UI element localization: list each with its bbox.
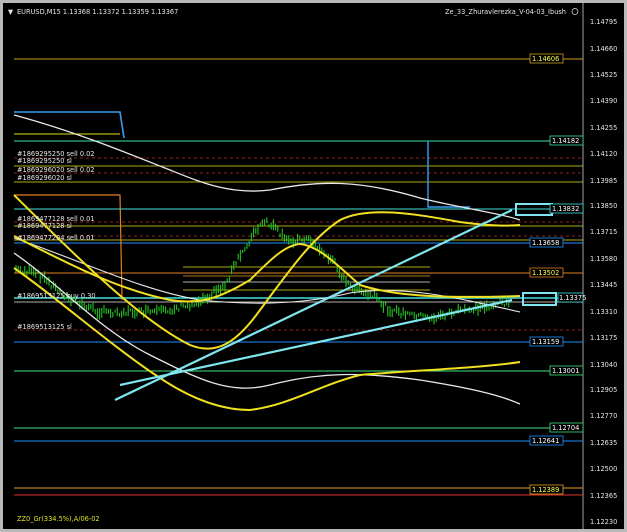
level-badge-label: 1.12389 bbox=[532, 486, 559, 494]
price-tick: 1.12230 bbox=[590, 518, 617, 526]
price-tick: 1.14660 bbox=[590, 45, 617, 53]
level-badge-label: 1.13832 bbox=[552, 205, 579, 213]
price-tick: 1.13310 bbox=[590, 308, 617, 316]
symbol-quote-line: EURUSD,M15 1.13368 1.13372 1.13359 1.133… bbox=[17, 8, 178, 16]
indicator-name-label: Ze_33_Zhuravlerezka_V-04-03_Ibush bbox=[445, 8, 566, 16]
level-badge-label: 1.13658 bbox=[532, 239, 559, 247]
target-box-upper[interactable] bbox=[515, 203, 553, 216]
order-label: #1869295250 sl bbox=[17, 157, 72, 165]
zigzag-boxes bbox=[14, 111, 470, 301]
ma-yellow-slow bbox=[13, 267, 521, 412]
price-tick: 1.13715 bbox=[590, 228, 617, 236]
price-tick: 1.13040 bbox=[590, 361, 617, 369]
order-label: #1869477204 sell 0.01 bbox=[17, 234, 95, 242]
price-tick: 1.14255 bbox=[590, 124, 617, 132]
price-tick: 1.13850 bbox=[590, 202, 617, 210]
level-badge-label: 1.13159 bbox=[532, 338, 559, 346]
level-badge-label: 1.12641 bbox=[532, 437, 559, 445]
price-tick: 1.12365 bbox=[590, 492, 617, 500]
price-tick: 1.13445 bbox=[590, 281, 617, 289]
moving-averages bbox=[13, 114, 521, 412]
level-badge-label: 1.14606 bbox=[532, 55, 559, 63]
trend-line-lower[interactable] bbox=[119, 298, 513, 387]
order-label: #1869296020 sell 0.02 bbox=[17, 166, 95, 174]
price-tick: 1.13580 bbox=[590, 255, 617, 263]
level-badge-label: 1.13502 bbox=[532, 269, 559, 277]
price-tick: 1.13985 bbox=[590, 177, 617, 185]
price-tick: 1.14795 bbox=[590, 18, 617, 26]
level-badge-label: 1.13375 bbox=[559, 294, 586, 302]
price-tick: 1.12500 bbox=[590, 465, 617, 473]
level-badge-label: 1.13001 bbox=[552, 367, 579, 375]
indicator-status-icon[interactable] bbox=[571, 8, 579, 15]
level-badge-label: 1.12704 bbox=[552, 424, 579, 432]
price-axis: 1.14795 1.14660 1.14525 1.14390 1.14255 … bbox=[590, 18, 617, 526]
level-badge-label: 1.14182 bbox=[552, 137, 579, 145]
chart-dropdown-icon[interactable]: ▼ bbox=[8, 8, 14, 16]
price-tick: 1.13175 bbox=[590, 334, 617, 342]
price-tick: 1.14525 bbox=[590, 71, 617, 79]
target-box-lower[interactable] bbox=[522, 292, 557, 306]
zigzag-segment bbox=[427, 141, 470, 208]
order-label: #1869296020 sl bbox=[17, 174, 72, 182]
chart-window[interactable]: ▼ EURUSD,M15 1.13368 1.13372 1.13359 1.1… bbox=[0, 0, 627, 532]
price-chart[interactable]: ▼ EURUSD,M15 1.13368 1.13372 1.13359 1.1… bbox=[0, 0, 627, 532]
price-tick: 1.14390 bbox=[590, 97, 617, 105]
zigzag-indicator-label: ZZ0_Gr(334.5%),A/06-02 bbox=[17, 515, 100, 523]
price-tick: 1.14120 bbox=[590, 150, 617, 158]
order-label: #1869513125 sl bbox=[17, 323, 72, 331]
price-tick: 1.12770 bbox=[590, 412, 617, 420]
price-tick: 1.12635 bbox=[590, 439, 617, 447]
order-label: #1869477128 sl bbox=[17, 222, 72, 230]
price-tick: 1.12905 bbox=[590, 386, 617, 394]
order-label: #1869513125 buy 0.30 bbox=[17, 292, 96, 300]
